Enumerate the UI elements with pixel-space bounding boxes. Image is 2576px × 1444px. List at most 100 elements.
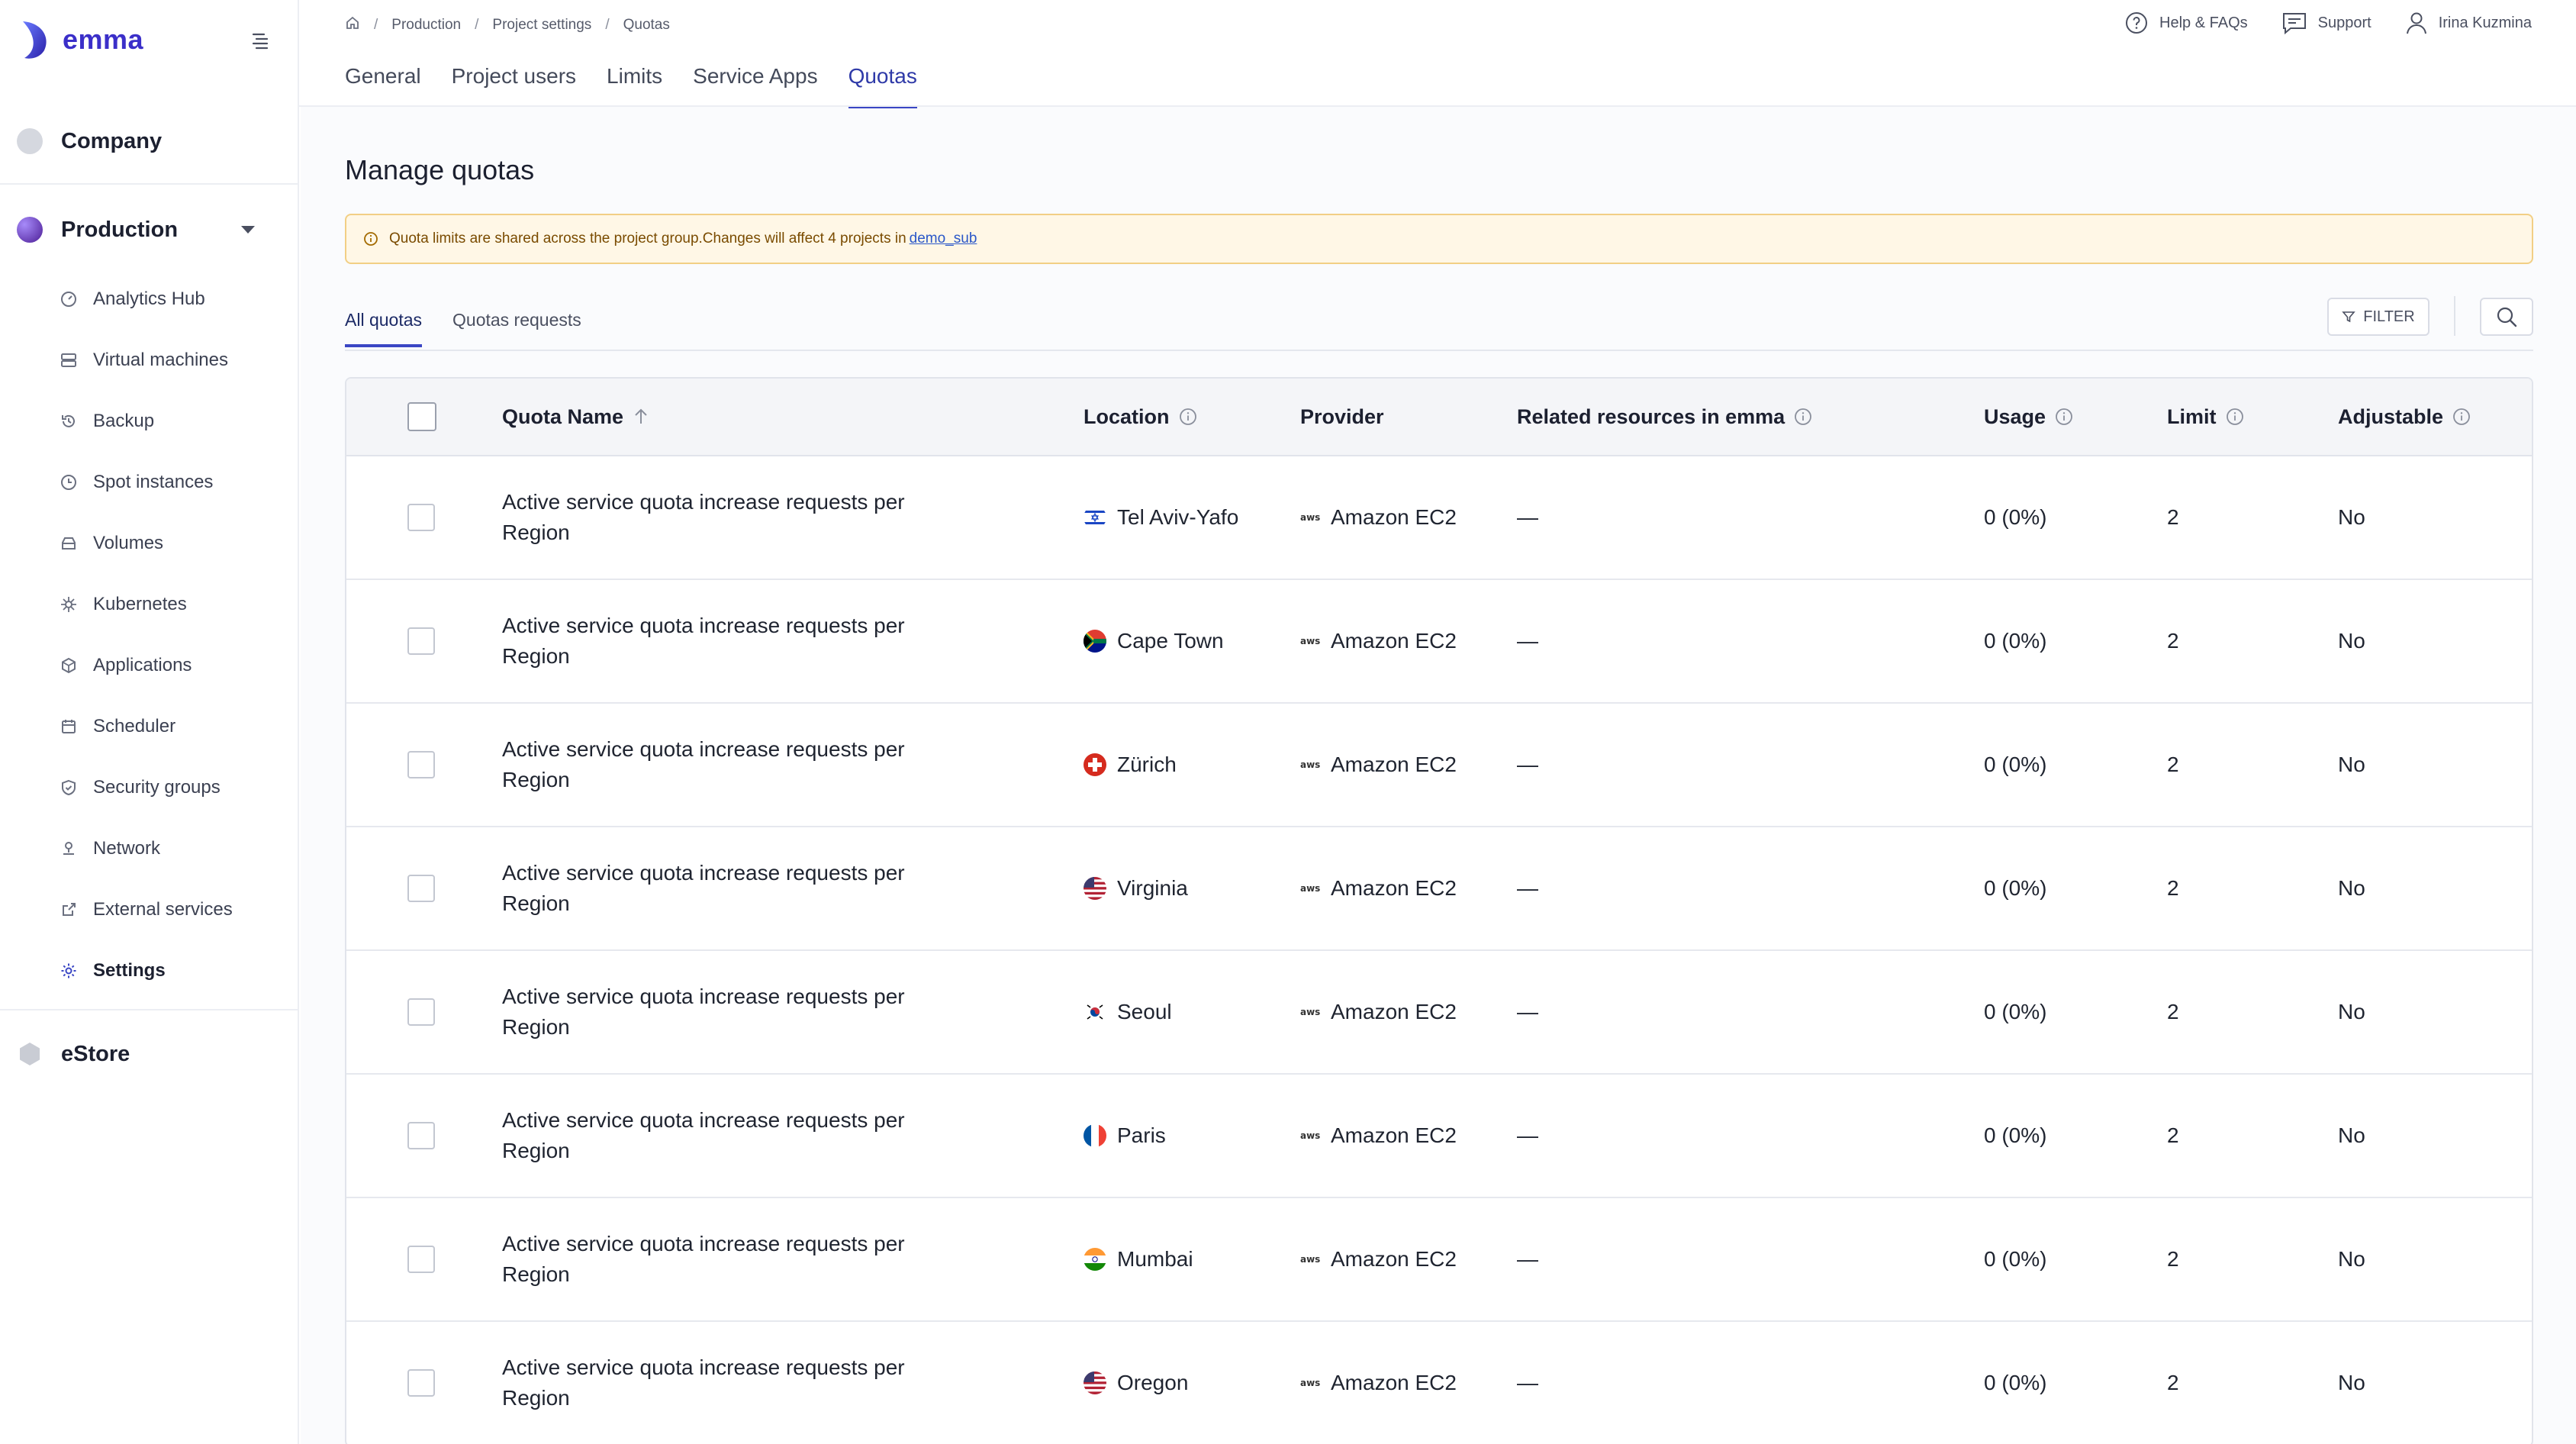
sidebar-divider bbox=[0, 1009, 298, 1010]
tab-limits[interactable]: Limits bbox=[607, 64, 662, 108]
support-button[interactable]: Support bbox=[2281, 11, 2372, 35]
home-icon[interactable] bbox=[345, 15, 360, 35]
quota-name-cell: Active service quota increase requests p… bbox=[502, 1322, 929, 1444]
row-checkbox[interactable] bbox=[407, 998, 435, 1026]
sidebar-item-backup[interactable]: Backup bbox=[0, 391, 298, 452]
tab-quotas-requests[interactable]: Quotas requests bbox=[452, 310, 581, 347]
emma-logo[interactable]: emma bbox=[17, 18, 143, 61]
sidebar-item-scheduler[interactable]: Scheduler bbox=[0, 696, 298, 757]
table-row[interactable]: Active service quota increase requests p… bbox=[346, 704, 2532, 827]
user-menu[interactable]: Irina Kuzmina bbox=[2405, 11, 2532, 35]
sidebar-item-applications[interactable]: Applications bbox=[0, 635, 298, 696]
tab-project-users[interactable]: Project users bbox=[452, 64, 576, 108]
limit-cell: 2 bbox=[2167, 827, 2179, 949]
row-checkbox[interactable] bbox=[407, 627, 435, 655]
row-checkbox[interactable] bbox=[407, 751, 435, 778]
info-icon[interactable] bbox=[2226, 408, 2244, 426]
sidebar-item-kubernetes[interactable]: Kubernetes bbox=[0, 574, 298, 635]
sidebar-item-volumes[interactable]: Volumes bbox=[0, 513, 298, 574]
limit-cell: 2 bbox=[2167, 951, 2179, 1073]
table-row[interactable]: Active service quota increase requests p… bbox=[346, 580, 2532, 704]
tab-quotas[interactable]: Quotas bbox=[848, 64, 917, 108]
breadcrumb-separator: / bbox=[475, 17, 479, 33]
sidebar-item-virtual-machines[interactable]: Virtual machines bbox=[0, 330, 298, 391]
row-checkbox[interactable] bbox=[407, 504, 435, 531]
production-avatar bbox=[17, 217, 43, 243]
usage-cell: 0 (0%) bbox=[1984, 951, 2046, 1073]
filter-button[interactable]: FILTER bbox=[2327, 298, 2429, 336]
provider-name: Amazon EC2 bbox=[1331, 1371, 1457, 1394]
alert-link[interactable]: demo_sub bbox=[910, 230, 977, 247]
tab-service-apps[interactable]: Service Apps bbox=[693, 64, 817, 108]
column-quota-name[interactable]: Quota Name bbox=[502, 379, 649, 455]
column-limit-label: Limit bbox=[2167, 405, 2217, 428]
provider-name: Amazon EC2 bbox=[1331, 505, 1457, 529]
sidebar-item-external-services[interactable]: External services bbox=[0, 879, 298, 940]
usage-value: 0 (0%) bbox=[1984, 1000, 2047, 1023]
provider-cell: aws Amazon EC2 bbox=[1300, 456, 1457, 579]
quota-name-cell: Active service quota increase requests p… bbox=[502, 580, 929, 702]
row-checkbox[interactable] bbox=[407, 1122, 435, 1149]
switzerland-flag-icon bbox=[1084, 753, 1106, 776]
sidebar-item-analytics-hub[interactable]: Analytics Hub bbox=[0, 269, 298, 330]
tab-all-quotas[interactable]: All quotas bbox=[345, 310, 423, 347]
search-button[interactable] bbox=[2480, 298, 2533, 336]
sidebar-item-spot-instances[interactable]: Spot instances bbox=[0, 452, 298, 513]
help-button[interactable]: Help & FAQs bbox=[2124, 11, 2248, 35]
row-checkbox[interactable] bbox=[407, 875, 435, 902]
sort-ascending-icon[interactable] bbox=[633, 408, 649, 426]
shield-icon bbox=[60, 778, 78, 797]
network-icon bbox=[60, 840, 78, 858]
org-estore[interactable]: eStore bbox=[17, 1041, 130, 1067]
search-icon bbox=[2497, 307, 2517, 327]
chevron-down-icon[interactable] bbox=[241, 226, 255, 234]
row-checkbox[interactable] bbox=[407, 1246, 435, 1273]
table-row[interactable]: Active service quota increase requests p… bbox=[346, 1198, 2532, 1322]
table-row[interactable]: Active service quota increase requests p… bbox=[346, 456, 2532, 580]
info-icon[interactable] bbox=[2452, 408, 2471, 426]
provider-cell: aws Amazon EC2 bbox=[1300, 580, 1457, 702]
quota-name: Active service quota increase requests p… bbox=[502, 861, 905, 915]
usage-value: 0 (0%) bbox=[1984, 629, 2047, 653]
page-title: Manage quotas bbox=[345, 154, 535, 185]
adjustable-value: No bbox=[2338, 1247, 2365, 1271]
row-select-cell bbox=[407, 456, 435, 579]
user-name: Irina Kuzmina bbox=[2438, 14, 2532, 31]
sidebar-item-settings[interactable]: Settings bbox=[0, 940, 298, 1001]
related-resources-cell: — bbox=[1517, 1198, 1538, 1320]
breadcrumb-project-settings[interactable]: Project settings bbox=[492, 17, 591, 34]
tab-general[interactable]: General bbox=[345, 64, 421, 108]
sidebar-item-label: Security groups bbox=[93, 777, 221, 798]
chat-icon bbox=[2282, 13, 2306, 35]
quota-name-cell: Active service quota increase requests p… bbox=[502, 827, 929, 949]
usage-value: 0 (0%) bbox=[1984, 753, 2047, 776]
aws-logo-icon: aws bbox=[1300, 1378, 1321, 1388]
adjustable-value: No bbox=[2338, 876, 2365, 900]
adjustable-value: No bbox=[2338, 1000, 2365, 1023]
sidebar-item-label: Settings bbox=[93, 960, 166, 981]
row-checkbox[interactable] bbox=[407, 1369, 435, 1397]
limit-value: 2 bbox=[2167, 505, 2179, 529]
info-icon[interactable] bbox=[1179, 408, 1197, 426]
sidebar-item-security-groups[interactable]: Security groups bbox=[0, 757, 298, 818]
table-row[interactable]: Active service quota increase requests p… bbox=[346, 1075, 2532, 1198]
collapse-menu-icon[interactable] bbox=[249, 29, 272, 52]
location-name: Tel Aviv-Yafo bbox=[1117, 505, 1239, 529]
related-resources-cell: — bbox=[1517, 456, 1538, 579]
info-icon[interactable] bbox=[1794, 408, 1812, 426]
sidebar-item-network[interactable]: Network bbox=[0, 818, 298, 879]
org-company[interactable]: Company bbox=[17, 128, 162, 154]
table-row[interactable]: Active service quota increase requests p… bbox=[346, 827, 2532, 951]
row-select-cell bbox=[407, 827, 435, 949]
select-all-checkbox[interactable] bbox=[407, 402, 436, 431]
org-production[interactable]: Production bbox=[17, 217, 178, 243]
info-icon[interactable] bbox=[2055, 408, 2073, 426]
quota-subtabs: All quotas Quotas requests bbox=[345, 310, 612, 347]
breadcrumb-production[interactable]: Production bbox=[391, 17, 461, 34]
sidebar-item-label: Virtual machines bbox=[93, 350, 228, 370]
table-row[interactable]: Active service quota increase requests p… bbox=[346, 1322, 2532, 1444]
provider-name: Amazon EC2 bbox=[1331, 629, 1457, 653]
table-row[interactable]: Active service quota increase requests p… bbox=[346, 951, 2532, 1075]
provider-name: Amazon EC2 bbox=[1331, 1000, 1457, 1023]
column-usage: Usage bbox=[1984, 379, 2073, 455]
